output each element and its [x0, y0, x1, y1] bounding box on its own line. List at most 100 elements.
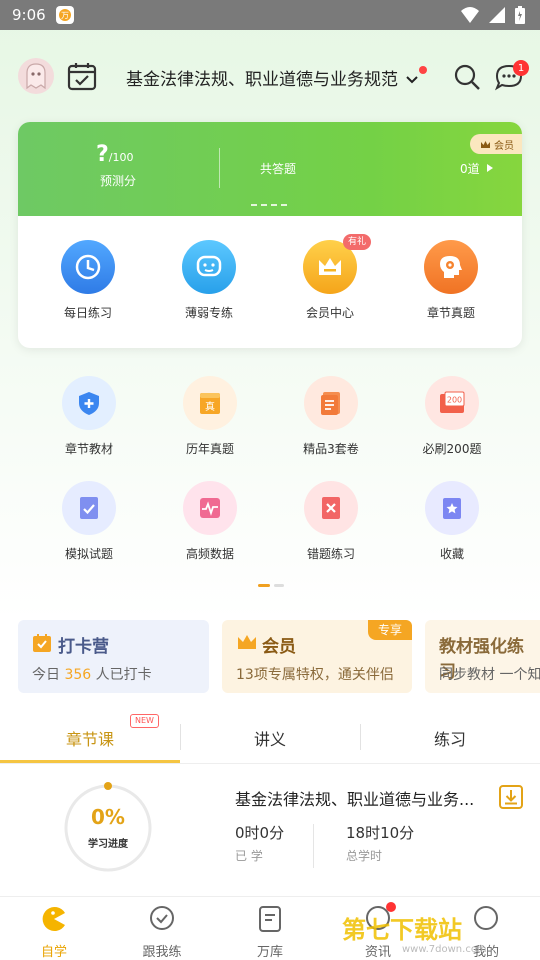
promo-checkin-camp[interactable]: 打卡营 今日 356 人已打卡	[18, 620, 209, 693]
quick-label: 薄弱专练	[184, 306, 233, 320]
gear-head-icon	[424, 240, 478, 294]
calendar-checkin-icon[interactable]	[66, 60, 102, 94]
quick-label: 每日练习	[63, 306, 112, 320]
nav-self-study[interactable]: 自学	[0, 905, 108, 960]
tab-practice[interactable]: 练习	[360, 726, 540, 750]
star-icon	[425, 481, 479, 535]
arrow-right-icon	[487, 164, 493, 172]
score-max: /100	[108, 151, 134, 164]
nav-follow-practice[interactable]: 跟我练	[108, 905, 216, 960]
promo-sub-pre: 今日	[32, 667, 60, 683]
subject-title: 基金法律法规、职业道德与业务规范	[126, 70, 398, 90]
grid-past-exams[interactable]: 真 历年真题	[155, 376, 265, 457]
grid-pager	[258, 584, 284, 587]
wifi-icon	[461, 7, 479, 23]
subject-red-dot	[419, 66, 427, 74]
signal-icon	[489, 7, 505, 23]
progress-percent: 0%	[91, 805, 125, 829]
course-title[interactable]: 基金法律法规、职业道德与业务...	[235, 786, 474, 810]
avatar[interactable]	[18, 58, 54, 94]
tab-label: 练习	[433, 730, 466, 749]
board-200-icon: 200	[425, 376, 479, 430]
stat-divider	[313, 824, 314, 868]
folder-zhen-icon: 真	[183, 376, 237, 430]
divider	[219, 148, 220, 188]
total-value: 18时10分	[346, 824, 415, 842]
paper-list-icon	[304, 376, 358, 430]
grid-label: 历年真题	[185, 442, 234, 456]
studied-time: 0时0分 已 学	[235, 822, 284, 864]
promo-vip[interactable]: 会员 13项专属特权，通关伴侣 专享	[222, 620, 412, 693]
tab-label: 章节课	[65, 730, 114, 749]
total-time: 18时10分 总学时	[346, 822, 414, 864]
chevron-down-icon	[406, 76, 419, 84]
grid-favorites[interactable]: 收藏	[397, 481, 507, 562]
promo-subtitle: 同步教材 一个知	[439, 667, 540, 683]
grid-label: 错题练习	[306, 547, 355, 561]
watermark: 第七下载站	[342, 916, 462, 944]
checkin-count: 356	[64, 667, 92, 683]
pulse-box-icon	[183, 481, 237, 535]
vip-tag-label: 会员	[494, 140, 514, 152]
tab-chapter-course[interactable]: 章节课	[0, 726, 180, 750]
function-grid: 章节教材 真 历年真题 精品3套卷 200 必刷200题 模拟试题 高频数据 错	[0, 376, 540, 566]
grid-chapter-textbook[interactable]: 章节教材	[34, 376, 144, 457]
grid-label: 必刷200题	[422, 442, 482, 456]
nav-label: 跟我练	[142, 945, 182, 960]
grid-label: 精品3套卷	[303, 442, 359, 456]
grid-must-do-200[interactable]: 200 必刷200题	[397, 376, 507, 457]
quick-label: 章节真题	[426, 306, 475, 320]
svg-text:真: 真	[205, 400, 215, 413]
quick-actions: 每日练习 薄弱专练 会员中心 章节真题	[18, 240, 522, 330]
answered-count: 0道	[460, 162, 480, 176]
grid-label: 高频数据	[185, 547, 234, 561]
grid-premium-papers[interactable]: 精品3套卷	[276, 376, 386, 457]
nav-question-bank[interactable]: 万库	[216, 905, 324, 960]
tab-handout[interactable]: 讲义	[180, 726, 360, 750]
nav-label: 万库	[256, 945, 283, 960]
subject-selector[interactable]: 基金法律法规、职业道德与业务规范	[126, 65, 419, 90]
watermark-url: www.7down.com	[402, 944, 487, 955]
promo-title: 打卡营	[58, 637, 109, 657]
grid-label: 收藏	[439, 547, 464, 561]
vip-tag[interactable]: 会员	[470, 134, 522, 154]
status-bar: 9:06 万	[0, 0, 540, 30]
grid-label: 模拟试题	[64, 547, 113, 561]
grid-label: 章节教材	[64, 442, 113, 456]
status-icons	[460, 5, 526, 25]
person-icon	[474, 906, 498, 930]
grid-high-frequency[interactable]: 高频数据	[155, 481, 265, 562]
promo-textbook-practice[interactable]: 教材强化练习 同步教材 一个知	[425, 620, 540, 693]
prediction-panel[interactable]: ?/100 预测分 共答题 0道 会员	[18, 122, 522, 216]
quick-label: 会员中心	[305, 306, 354, 320]
quick-chapter-exams[interactable]: 章节真题	[401, 240, 501, 321]
quick-daily-practice[interactable]: 每日练习	[38, 240, 138, 321]
search-icon[interactable]	[452, 62, 482, 92]
tab-underline	[0, 760, 180, 763]
predicted-score: ?/100	[96, 142, 133, 167]
app-notification-icon: 万	[55, 6, 74, 24]
exam-card: ?/100 预测分 共答题 0道 会员 每日练习 薄弱专练 会员中心 章节真题 …	[18, 122, 522, 348]
check-circle-icon	[150, 906, 174, 930]
promo-subtitle: 13项专属特权，通关伴侣	[236, 667, 394, 683]
clock-icon	[61, 240, 115, 294]
quick-vip-center[interactable]: 会员中心	[280, 240, 380, 321]
calendar-orange-icon	[33, 634, 51, 652]
message-badge: 1	[513, 60, 529, 76]
svg-text:万: 万	[61, 11, 69, 20]
promo-subtitle: 今日 356 人已打卡	[32, 664, 152, 684]
svg-text:200: 200	[447, 396, 462, 405]
grid-wrong-questions[interactable]: 错题练习	[276, 481, 386, 562]
promo-sub-post: 人已打卡	[95, 667, 152, 683]
grid-mock-exams[interactable]: 模拟试题	[34, 481, 144, 562]
score-value: ?	[96, 142, 109, 167]
chat-face-icon	[182, 240, 236, 294]
doc-icon	[259, 906, 281, 932]
download-icon[interactable]	[498, 784, 524, 810]
studied-value: 0时0分	[235, 824, 285, 842]
quick-weak-practice[interactable]: 薄弱专练	[159, 240, 259, 321]
gift-badge: 有礼	[343, 234, 372, 250]
course-tabs: 章节课 NEW 讲义 练习	[0, 712, 540, 764]
promo-title: 会员	[262, 637, 296, 657]
total-label: 总学时	[346, 849, 383, 863]
